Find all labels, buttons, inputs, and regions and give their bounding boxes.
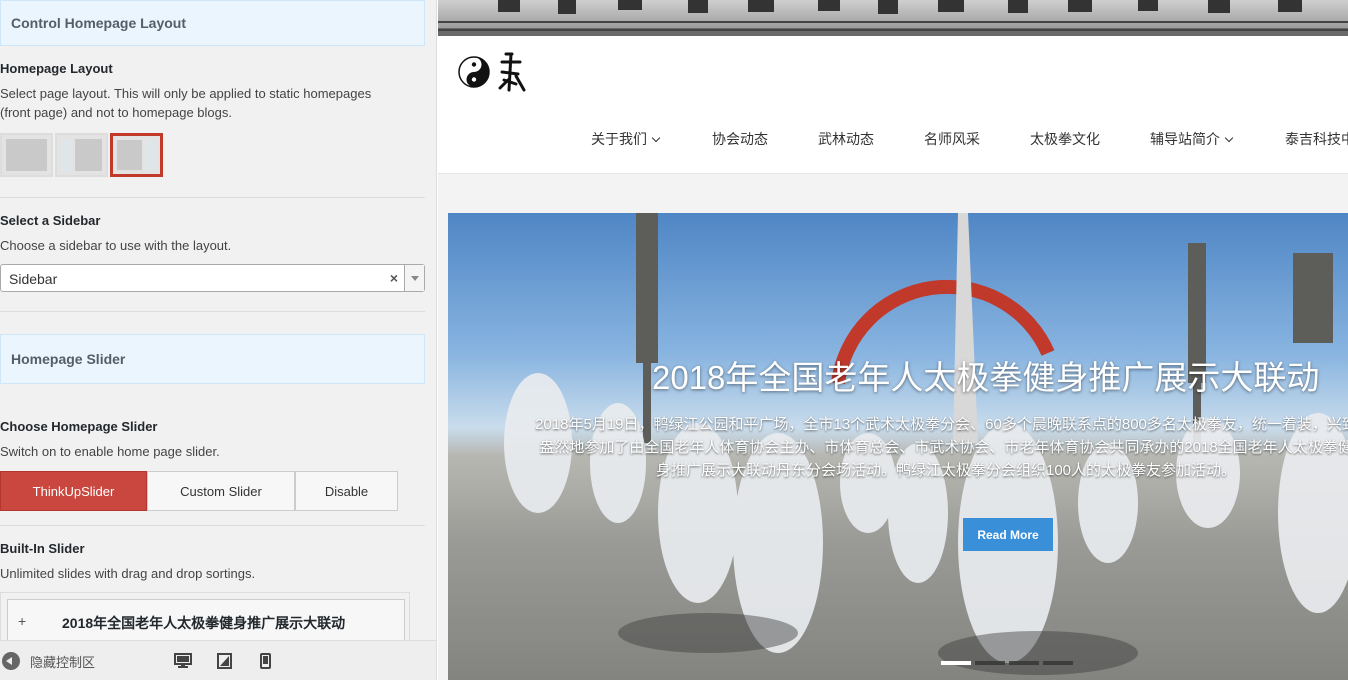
layout-option-right-sidebar[interactable] <box>110 133 163 177</box>
layout-option-no-sidebar[interactable] <box>0 133 53 177</box>
select-sidebar-description: Choose a sidebar to use with the layout. <box>0 238 232 253</box>
slider-option-custom[interactable]: Custom Slider <box>147 471 295 511</box>
nav-label: 辅导站简介 <box>1150 131 1220 147</box>
section-header-slider: Homepage Slider <box>0 334 425 384</box>
nav-item-taichi-culture[interactable]: 太极拳文化 <box>1030 129 1100 149</box>
select-sidebar-title: Select a Sidebar <box>0 213 101 228</box>
section-title-layout: Control Homepage Layout <box>11 15 187 31</box>
slider-option-disable[interactable]: Disable <box>295 471 398 511</box>
collapse-arrow-icon <box>2 652 20 670</box>
divider <box>0 197 425 198</box>
slider-dot-4[interactable] <box>1043 661 1073 665</box>
nav-item-stations[interactable]: 辅导站简介 <box>1150 129 1234 149</box>
expand-icon[interactable]: + <box>18 613 26 629</box>
slider-dot-2[interactable] <box>975 661 1005 665</box>
nav-item-masters[interactable]: 名师风采 <box>924 129 980 149</box>
tablet-preview-icon[interactable] <box>217 653 232 674</box>
slide-item-title: 2018年全国老年人太极拳健身推广展示大联动 <box>62 615 346 631</box>
nav-item-association-news[interactable]: 协会动态 <box>712 129 768 149</box>
slider-option-thinkupslider[interactable]: ThinkUpSlider <box>0 471 147 511</box>
mobile-preview-icon[interactable] <box>260 653 271 674</box>
section-title-slider: Homepage Slider <box>11 351 126 367</box>
sidebar-select[interactable]: Sidebar × <box>0 264 425 292</box>
chevron-down-icon <box>1224 133 1234 143</box>
read-more-button[interactable]: Read More <box>963 518 1053 551</box>
header-banner-image <box>438 0 1348 36</box>
chevron-down-icon <box>651 133 661 143</box>
site-header: 关于我们 协会动态 武林动态 名师风采 太极拳文化 辅导站简介 泰吉科技中 <box>438 36 1348 174</box>
homepage-layout-title: Homepage Layout <box>0 61 113 76</box>
chevron-down-icon[interactable] <box>404 265 424 291</box>
nav-item-martial-news[interactable]: 武林动态 <box>818 129 874 149</box>
site-preview: 关于我们 协会动态 武林动态 名师风采 太极拳文化 辅导站简介 泰吉科技中 20… <box>438 0 1348 680</box>
section-header-layout: Control Homepage Layout <box>0 0 425 46</box>
customizer-footer: 隐藏控制区 <box>0 640 436 680</box>
slide-text: 2018年5月19日，鸭绿江公园和平广场，全市13个武术太极拳分会、60多个晨晚… <box>535 416 1348 479</box>
nav-item-about[interactable]: 关于我们 <box>591 129 661 149</box>
clear-selection-icon[interactable]: × <box>390 270 398 286</box>
nav-item-tech[interactable]: 泰吉科技中 <box>1285 129 1348 149</box>
collapse-label: 隐藏控制区 <box>30 654 96 670</box>
divider <box>0 525 425 526</box>
slide-title: 2018年全国老年人太极拳健身推广展示大联动 <box>652 359 1320 396</box>
builtin-slider-title: Built-In Slider <box>0 541 85 556</box>
collapse-sidebar-button[interactable]: 隐藏控制区 <box>0 641 95 680</box>
slide-item[interactable]: + 2018年全国老年人太极拳健身推广展示大联动 <box>7 599 405 643</box>
builtin-slider-description: Unlimited slides with drag and drop sort… <box>0 566 256 581</box>
divider <box>0 311 425 312</box>
homepage-layout-description: Select page layout. This will only be ap… <box>0 86 372 120</box>
choose-slider-title: Choose Homepage Slider <box>0 419 158 434</box>
customizer-panel: Control Homepage Layout Homepage Layout … <box>0 0 437 680</box>
nav-label: 关于我们 <box>591 131 647 147</box>
layout-option-left-sidebar[interactable] <box>55 133 108 177</box>
desktop-preview-icon[interactable] <box>174 653 192 674</box>
sidebar-select-value: Sidebar <box>9 271 58 287</box>
slider-dot-1[interactable] <box>941 661 971 665</box>
homepage-slider: 2018年全国老年人太极拳健身推广展示大联动 2018年5月19日，鸭绿江公园和… <box>448 213 1348 680</box>
site-logo[interactable] <box>458 50 530 99</box>
choose-slider-description: Switch on to enable home page slider. <box>0 444 220 459</box>
slider-dot-3[interactable] <box>1009 661 1039 665</box>
